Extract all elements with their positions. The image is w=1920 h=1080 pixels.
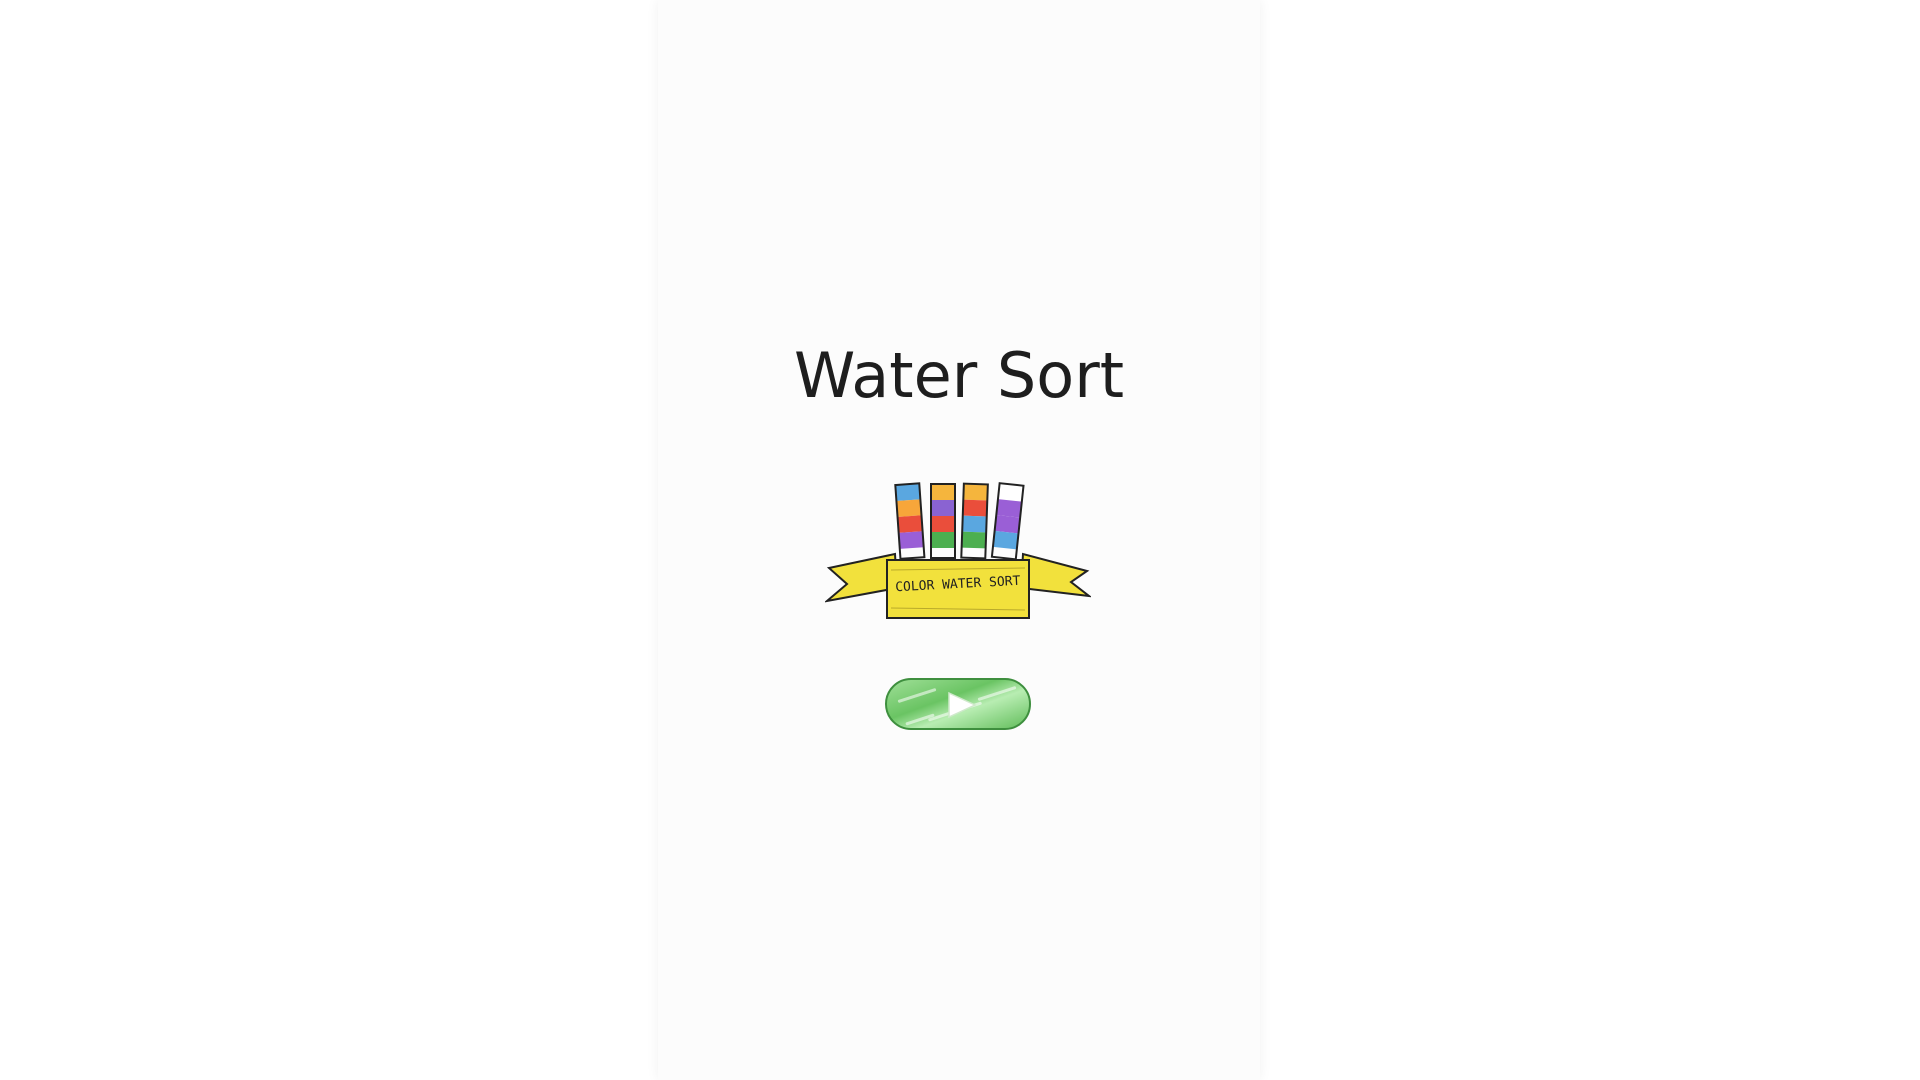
tube-liquid-segment xyxy=(896,499,922,517)
logo-tube xyxy=(960,482,989,560)
logo-tube xyxy=(930,483,956,559)
tube-liquid-segment xyxy=(961,531,987,549)
tube-liquid-segment xyxy=(992,530,1019,550)
tube-liquid-segment xyxy=(898,531,924,549)
tube-liquid-segment xyxy=(962,499,988,517)
game-logo: COLOR WATER SORT xyxy=(825,482,1091,619)
tube-liquid-segment xyxy=(963,483,988,501)
logo-tubes xyxy=(894,482,1025,561)
tube-liquid-segment xyxy=(931,516,955,532)
logo-tube xyxy=(894,482,926,560)
tube-liquid-segment xyxy=(931,532,955,548)
screen: Water Sort COLOR WATER SORT xyxy=(0,0,1920,1080)
play-icon xyxy=(948,691,977,719)
play-button[interactable] xyxy=(885,678,1031,730)
logo-tube xyxy=(990,482,1025,561)
game-viewport: Water Sort COLOR WATER SORT xyxy=(658,0,1260,1080)
tube-liquid-segment xyxy=(895,483,921,501)
game-title: Water Sort xyxy=(793,339,1125,412)
tube-liquid-segment xyxy=(931,484,955,500)
tube-liquid-segment xyxy=(962,515,987,533)
tube-liquid-segment xyxy=(897,515,923,533)
tube-liquid-segment xyxy=(994,515,1021,534)
ribbon-right-tail xyxy=(1019,552,1091,598)
tube-liquid-segment xyxy=(996,499,1022,518)
tube-liquid-segment xyxy=(931,500,955,516)
